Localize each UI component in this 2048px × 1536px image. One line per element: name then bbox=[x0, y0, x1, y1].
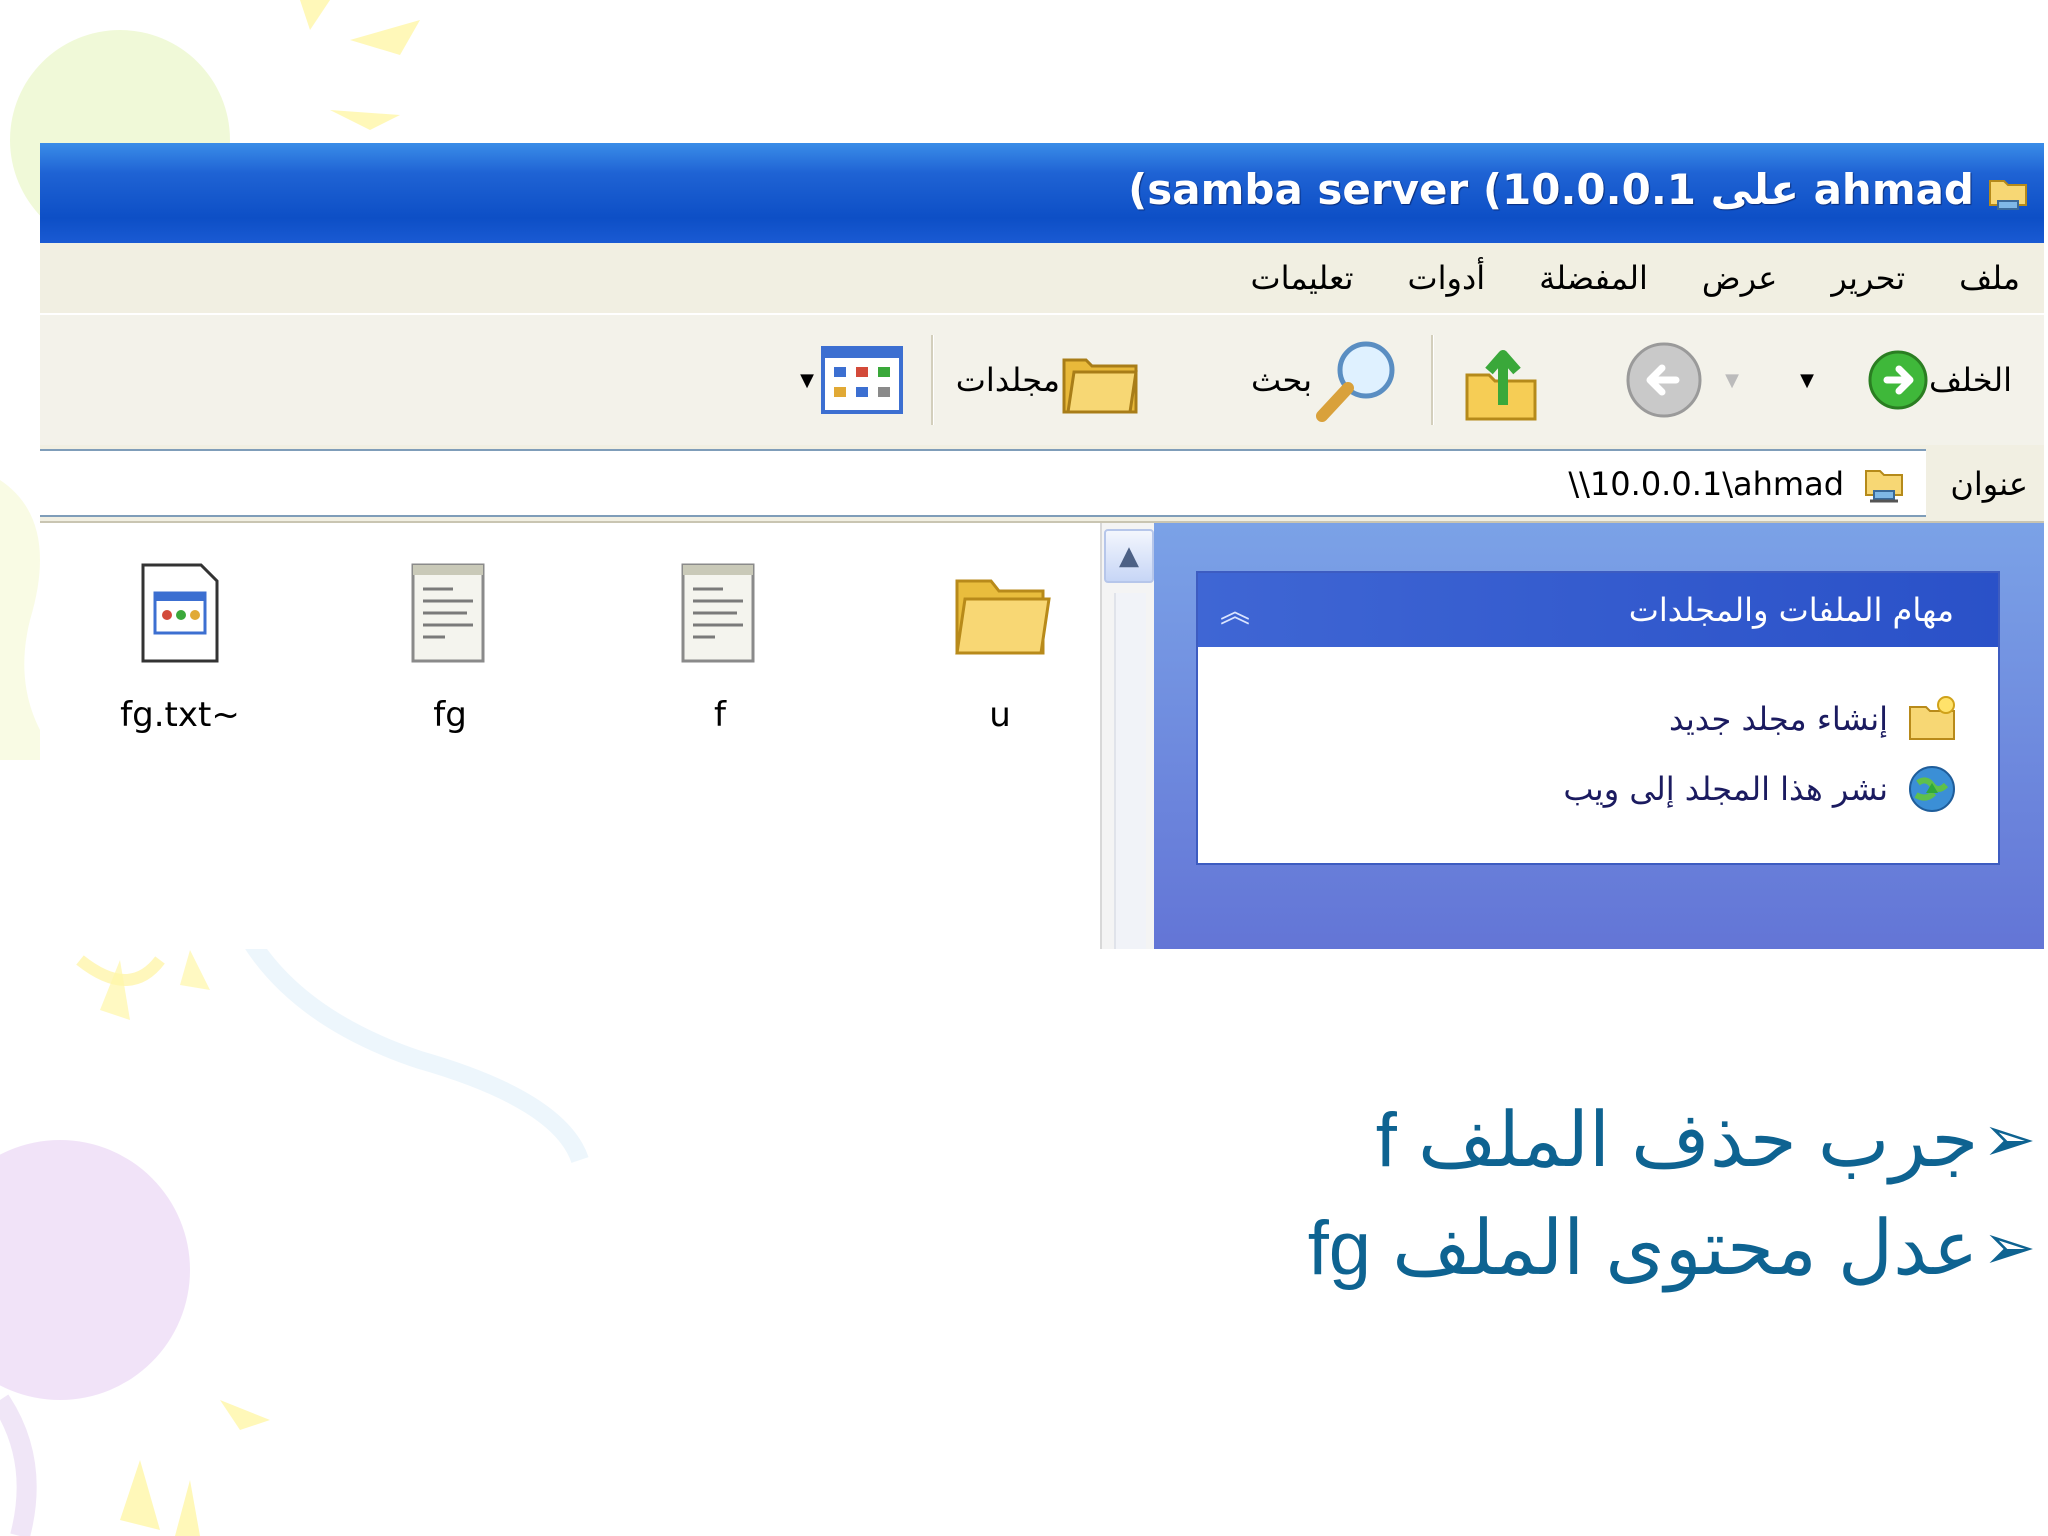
file-name: f bbox=[714, 695, 726, 735]
title-bar[interactable]: (samba server (10.0.0.1 على ahmad bbox=[40, 143, 2044, 243]
address-value: \\10.0.0.1\ahmad bbox=[1568, 465, 1844, 503]
tasks-header-title: مهام الملفات والمجلدات bbox=[1628, 591, 1954, 629]
toolbar-separator bbox=[1431, 335, 1434, 425]
bullet-item: ➢ جرب حذف الملف f bbox=[1036, 1085, 2036, 1193]
text-file-icon bbox=[681, 563, 755, 663]
folders-button[interactable]: مجلدات bbox=[944, 315, 1144, 445]
menu-help[interactable]: تعليمات bbox=[1251, 259, 1354, 297]
file-name: fg bbox=[433, 695, 467, 735]
up-folder-icon bbox=[1465, 350, 1537, 421]
search-button[interactable]: بحث bbox=[1241, 315, 1404, 445]
bullet-text: جرب حذف الملف f bbox=[1375, 1097, 1979, 1183]
forward-dropdown[interactable]: ▼ bbox=[1725, 315, 1739, 445]
menu-file[interactable]: ملف bbox=[1959, 259, 2020, 297]
views-icon bbox=[821, 346, 903, 414]
task-new-folder[interactable]: إنشاء مجلد جديد bbox=[1669, 689, 1958, 749]
forward-button[interactable] bbox=[1624, 315, 1704, 445]
back-dropdown[interactable]: ▼ bbox=[1800, 315, 1814, 445]
tasks-pane: ︽ مهام الملفات والمجلدات إنشاء مجلد جديد bbox=[1154, 523, 2044, 949]
file-folder-tasks-panel: ︽ مهام الملفات والمجلدات إنشاء مجلد جديد bbox=[1196, 571, 2000, 865]
bullet-item: ➢ عدل محتوى الملف fg bbox=[1036, 1193, 2036, 1301]
window-title: (samba server (10.0.0.1 على ahmad bbox=[1128, 165, 1974, 214]
address-input[interactable]: \\10.0.0.1\ahmad bbox=[40, 449, 1926, 517]
back-button[interactable]: الخلف bbox=[1867, 315, 2024, 445]
menu-edit[interactable]: تحرير bbox=[1831, 259, 1905, 297]
chevron-down-icon: ▼ bbox=[1725, 369, 1739, 391]
bullet-text: عدل محتوى الملف fg bbox=[1307, 1205, 1979, 1291]
views-button[interactable]: ▼ bbox=[800, 315, 904, 445]
file-name: fg.txt~ bbox=[120, 695, 240, 735]
folder-icon bbox=[955, 579, 1051, 655]
scroll-track[interactable] bbox=[1114, 593, 1146, 949]
tasks-header[interactable]: ︽ مهام الملفات والمجلدات bbox=[1198, 573, 1998, 647]
network-folder-icon bbox=[1865, 470, 1903, 503]
address-label: عنوان bbox=[1950, 465, 2028, 503]
text-file-icon bbox=[411, 563, 485, 663]
task-label: إنشاء مجلد جديد bbox=[1669, 700, 1888, 738]
folders-icon bbox=[1062, 358, 1138, 414]
slide-bullets: ➢ جرب حذف الملف f ➢ عدل محتوى الملف fg bbox=[1036, 1085, 2036, 1301]
back-label: الخلف bbox=[1928, 361, 2012, 399]
explorer-window: (samba server (10.0.0.1 على ahmad ملف تح… bbox=[40, 143, 2044, 949]
menu-bar: ملف تحرير عرض المفضلة أدوات تعليمات bbox=[40, 243, 2044, 315]
address-bar: عنوان \\10.0.0.1\ahmad bbox=[40, 445, 2044, 523]
file-item-fg-txt-backup[interactable]: fg.txt~ bbox=[90, 553, 270, 763]
menu-view[interactable]: عرض bbox=[1702, 259, 1777, 297]
back-arrow-icon bbox=[1868, 350, 1928, 410]
forward-arrow-icon bbox=[1626, 342, 1702, 418]
publish-web-icon bbox=[1909, 766, 1955, 812]
file-item-u[interactable]: u bbox=[910, 553, 1090, 763]
file-name: u bbox=[989, 695, 1011, 735]
file-item-f[interactable]: f bbox=[630, 553, 810, 763]
chevron-down-icon: ▼ bbox=[800, 369, 814, 391]
task-publish-web[interactable]: نشر هذا المجلد إلى ويب bbox=[1563, 759, 1958, 819]
menu-favorites[interactable]: المفضلة bbox=[1539, 259, 1648, 297]
network-folder-icon bbox=[1989, 180, 2027, 210]
new-folder-icon bbox=[1909, 696, 1955, 740]
search-icon bbox=[1316, 341, 1395, 422]
folders-label: مجلدات bbox=[955, 361, 1060, 399]
up-folder-button[interactable] bbox=[1463, 315, 1539, 445]
toolbar: الخلف ▼ ▼ بحث مجلدات ▼ bbox=[40, 315, 2044, 447]
unknown-file-icon bbox=[141, 563, 219, 663]
arrow-bullet-icon: ➢ bbox=[1982, 1102, 2036, 1175]
chevron-down-icon: ▼ bbox=[1800, 369, 1814, 391]
file-item-fg[interactable]: fg bbox=[360, 553, 540, 763]
toolbar-separator bbox=[931, 335, 934, 425]
task-label: نشر هذا المجلد إلى ويب bbox=[1563, 770, 1888, 808]
arrow-bullet-icon: ➢ bbox=[1982, 1210, 2036, 1283]
scroll-up-button[interactable]: ▲ bbox=[1104, 529, 1154, 583]
search-label: بحث bbox=[1251, 361, 1312, 399]
chevron-up-icon: ▲ bbox=[1119, 541, 1139, 571]
collapse-chevron-icon[interactable]: ︽ bbox=[1220, 587, 1250, 631]
menu-tools[interactable]: أدوات bbox=[1407, 259, 1485, 297]
content-area: u f fg fg.txt~ ▲ ︽ مهام الملفات والمجلدا… bbox=[40, 523, 2044, 949]
decorative-balloon-purple bbox=[0, 1140, 190, 1400]
